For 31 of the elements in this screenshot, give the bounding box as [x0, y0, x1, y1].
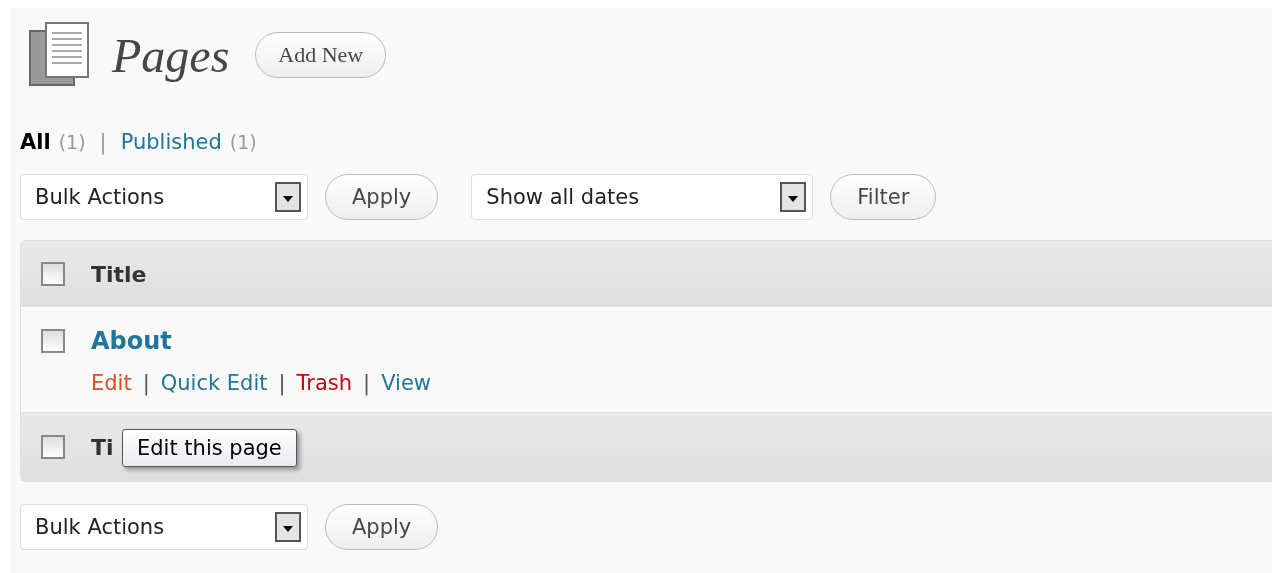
count: (1) [58, 131, 86, 153]
filter-link[interactable]: Published [120, 130, 222, 154]
apply-button[interactable]: Apply [325, 504, 439, 550]
filter-link[interactable]: All [20, 130, 51, 154]
caret-icon [780, 182, 807, 212]
page-title: Pages [112, 27, 230, 83]
separator: | [278, 371, 286, 395]
bulk-actions-select[interactable]: Bulk Actions [20, 504, 308, 550]
bulk-actions-select[interactable]: Bulk Actions [20, 174, 308, 220]
tooltip: Edit this page [122, 429, 297, 467]
dates-select[interactable]: Show all dates [471, 174, 814, 220]
row-action-link[interactable]: Edit [91, 371, 132, 395]
checkbox[interactable] [41, 262, 65, 286]
column-header: Title [91, 261, 147, 287]
caret-icon [275, 182, 301, 212]
row-action-link[interactable]: View [381, 371, 431, 395]
page-title-link[interactable]: About [91, 327, 431, 355]
caret-icon [275, 512, 301, 542]
separator: | [363, 371, 371, 395]
apply-button[interactable]: Apply [325, 174, 439, 220]
separator: | [99, 130, 107, 154]
checkbox[interactable] [41, 435, 65, 459]
add-new-button[interactable]: Add New [255, 32, 387, 78]
count: (1) [229, 131, 257, 153]
pages-icon [28, 21, 92, 89]
column-header: Ti [91, 434, 114, 460]
separator: | [142, 371, 150, 395]
row-action-link[interactable]: Quick Edit [160, 371, 268, 395]
filter-button[interactable]: Filter [830, 174, 937, 220]
checkbox[interactable] [41, 329, 65, 353]
row-action-link[interactable]: Trash [296, 371, 353, 395]
